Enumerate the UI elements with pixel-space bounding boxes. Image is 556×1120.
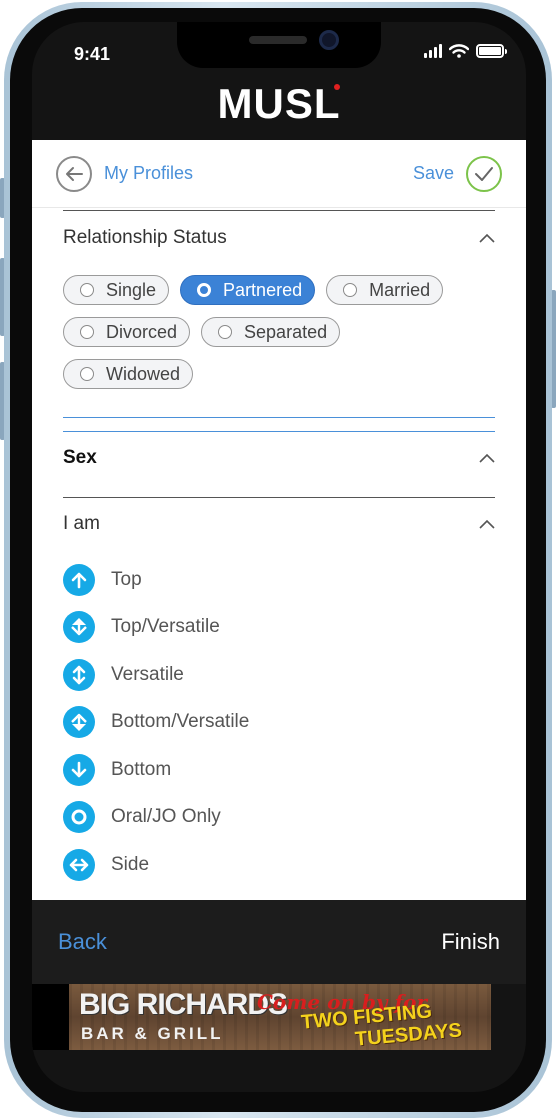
top-navigation-bar: My Profiles Save (32, 140, 526, 208)
finish-button[interactable]: Finish (441, 929, 500, 955)
advertisement-banner[interactable]: BIG RICHARDS BAR & GRILL Come on by for … (69, 984, 491, 1050)
radio-icon (80, 325, 94, 339)
divider (63, 417, 495, 418)
relationship-status-options: Single Partnered Married Divorced Separa… (32, 265, 482, 389)
arrows-up-down-diamond-icon (63, 611, 95, 644)
arrow-up-icon (63, 563, 95, 596)
logo-dot (334, 84, 340, 90)
chip-partnered[interactable]: Partnered (180, 275, 316, 305)
status-icons (424, 44, 507, 58)
ring-icon (63, 801, 95, 834)
speaker-grille (249, 36, 307, 44)
option-versatile[interactable]: Versatile (63, 651, 495, 699)
radio-icon (218, 325, 233, 339)
save-button[interactable]: Save (413, 163, 454, 184)
status-time: 9:41 (74, 44, 111, 64)
ad-title: BIG RICHARDS (79, 988, 288, 1021)
footer-bar: Back Finish (32, 900, 526, 984)
app-logo: MUSL (217, 80, 341, 127)
battery-icon (476, 44, 507, 58)
screen: 9:41 MUSL My Profiles Save Relationship … (32, 22, 526, 1092)
arrows-down-diamond-icon (63, 706, 95, 739)
chip-divorced[interactable]: Divorced (63, 317, 191, 347)
ad-margin (32, 984, 69, 1050)
option-bottom[interactable]: Bottom (63, 746, 495, 794)
radio-icon (343, 283, 358, 297)
radio-icon (80, 283, 94, 297)
back-button[interactable]: Back (58, 929, 107, 955)
i-am-options: Top Top/Versatile Versatile Bottom/Versa… (32, 550, 526, 889)
sex-title: Sex (63, 447, 97, 468)
chip-married[interactable]: Married (326, 275, 444, 305)
front-camera (319, 30, 339, 50)
chevron-up-icon (479, 233, 495, 243)
phone-device: 9:41 MUSL My Profiles Save Relationship … (0, 0, 556, 1120)
i-am-header[interactable]: I am (32, 498, 526, 550)
arrow-down-icon (63, 753, 95, 786)
save-check-icon[interactable] (466, 155, 502, 192)
arrows-up-down-icon (63, 658, 95, 691)
profile-edit-content: My Profiles Save Relationship Status Sin… (32, 140, 526, 900)
radio-icon (80, 367, 94, 381)
arrows-left-right-icon (63, 848, 95, 881)
option-side[interactable]: Side (63, 841, 495, 889)
option-oral-jo-only[interactable]: Oral/JO Only (63, 794, 495, 842)
relationship-status-header[interactable]: Relationship Status (32, 211, 526, 265)
option-top-versatile[interactable]: Top/Versatile (63, 604, 495, 652)
sex-header[interactable]: Sex (32, 432, 526, 484)
cellular-signal-icon (424, 44, 442, 58)
ad-subtitle: BAR & GRILL (81, 1024, 224, 1043)
back-arrow-icon[interactable] (56, 155, 92, 192)
option-bottom-versatile[interactable]: Bottom/Versatile (63, 699, 495, 747)
chip-separated[interactable]: Separated (201, 317, 341, 347)
chevron-up-icon (479, 453, 495, 463)
my-profiles-link[interactable]: My Profiles (104, 163, 193, 184)
relationship-status-title: Relationship Status (63, 227, 227, 248)
wifi-icon (449, 44, 469, 58)
chip-single[interactable]: Single (63, 275, 170, 305)
chevron-up-icon (479, 519, 495, 529)
i-am-title: I am (63, 513, 100, 534)
option-top[interactable]: Top (63, 556, 495, 604)
notch (177, 22, 381, 68)
chip-widowed[interactable]: Widowed (63, 359, 194, 389)
radio-selected-icon (197, 283, 212, 297)
